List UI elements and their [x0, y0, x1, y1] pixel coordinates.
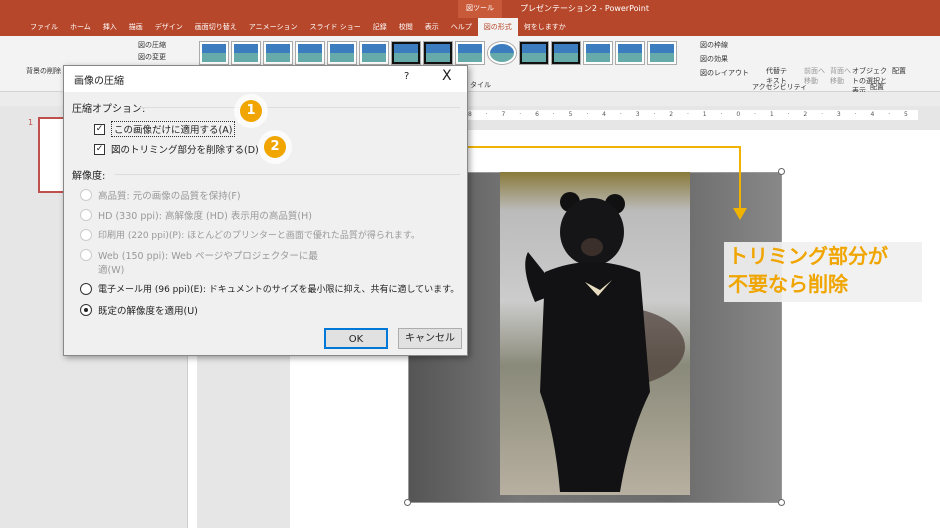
callout-line-1: トリミング部分が	[728, 244, 888, 268]
callout-line-2: 不要なら削除	[728, 272, 848, 296]
compress-options-heading: 圧縮オプション:	[72, 104, 146, 115]
radio-icon	[80, 209, 92, 221]
compress-pictures-dialog: 画像の圧縮 ? X 圧縮オプション: ✓ この画像だけに適用する(A) ✓ 図の…	[63, 65, 468, 356]
option-label: この画像だけに適用する(A)	[111, 121, 236, 137]
radio-label: 電子メール用 (96 ppi)(E): ドキュメントのサイズを最小限に抑え、共有…	[98, 285, 460, 295]
resolution-heading: 解像度:	[72, 171, 106, 182]
delete-cropped-areas-checkbox[interactable]: ✓ 図のトリミング部分を削除する(D)	[94, 142, 259, 156]
radio-icon	[80, 282, 92, 295]
resolution-print[interactable]: 印刷用 (220 ppi)(P): ほとんどのプリンターと画面で優れた品質が得ら…	[80, 228, 420, 241]
step-badge-2: 2	[264, 136, 286, 158]
radio-label: HD (330 ppi): 高解像度 (HD) 表示用の高品質(H)	[98, 211, 312, 222]
radio-icon	[80, 228, 92, 241]
radio-label: Web (150 ppi): Web ページやプロジェクターに最	[98, 251, 318, 262]
resolution-hd[interactable]: HD (330 ppi): 高解像度 (HD) 表示用の高品質(H)	[80, 208, 312, 222]
divider	[114, 174, 460, 175]
radio-selected-icon	[80, 304, 92, 316]
help-button[interactable]: ?	[404, 71, 409, 82]
radio-label: 印刷用 (220 ppi)(P): ほとんどのプリンターと画面で優れた品質が得ら…	[98, 231, 421, 241]
divider	[140, 107, 460, 108]
resolution-email[interactable]: 電子メール用 (96 ppi)(E): ドキュメントのサイズを最小限に抑え、共有…	[80, 282, 459, 295]
radio-label: 高品質: 元の画像の品質を保持(F)	[98, 191, 241, 202]
step-badge-1: 1	[240, 100, 262, 122]
resolution-default[interactable]: 既定の解像度を適用(U)	[80, 303, 198, 317]
cancel-button[interactable]: キャンセル	[398, 328, 462, 349]
radio-label-continued: 適(W)	[98, 265, 125, 276]
checkbox-icon: ✓	[94, 123, 105, 135]
close-button[interactable]: X	[442, 68, 452, 84]
radio-icon	[80, 249, 92, 261]
annotation-callout: トリミング部分が 不要なら削除	[724, 242, 922, 302]
radio-icon	[80, 189, 92, 201]
resolution-web[interactable]: Web (150 ppi): Web ページやプロジェクターに最	[80, 248, 318, 262]
checkbox-icon: ✓	[94, 143, 105, 155]
resolution-high-fidelity[interactable]: 高品質: 元の画像の品質を保持(F)	[80, 188, 241, 202]
option-label: 図のトリミング部分を削除する(D)	[111, 145, 259, 156]
dialog-title: 画像の圧縮	[74, 76, 124, 87]
dialog-header: 画像の圧縮 ? X	[64, 66, 467, 92]
apply-only-this-checkbox[interactable]: ✓ この画像だけに適用する(A)	[94, 121, 236, 137]
ok-button[interactable]: OK	[324, 328, 388, 349]
radio-label: 既定の解像度を適用(U)	[98, 306, 198, 317]
